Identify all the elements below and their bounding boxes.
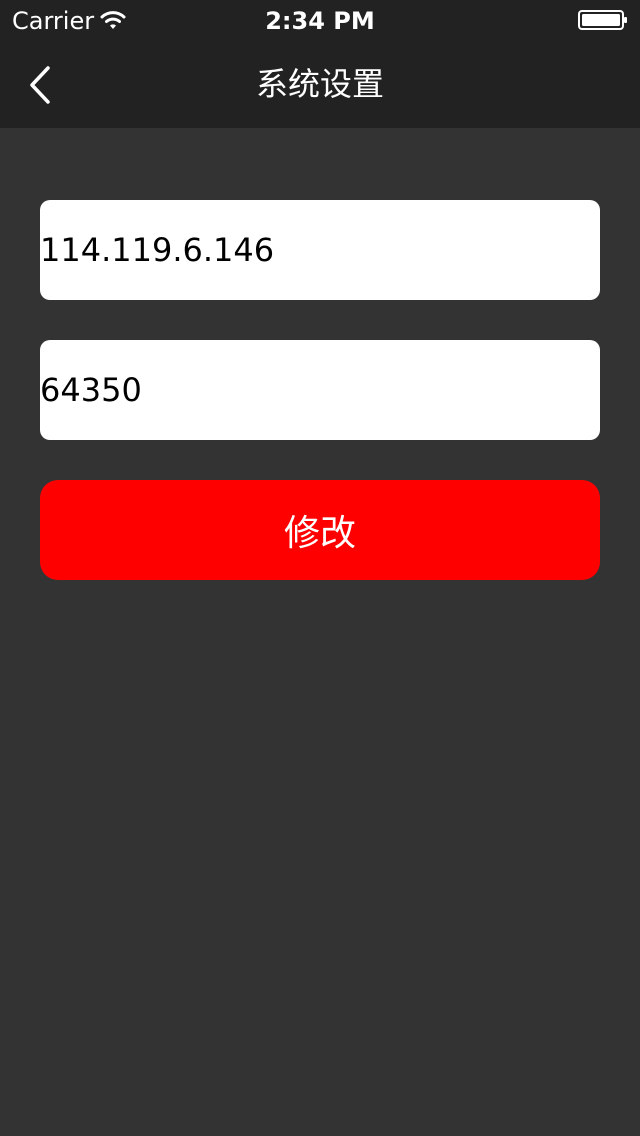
navigation-bar: 系统设置 xyxy=(0,40,640,128)
ip-address-field-container xyxy=(40,200,600,300)
ip-address-input[interactable] xyxy=(40,200,600,300)
status-bar: Carrier 2:34 PM xyxy=(0,0,640,40)
status-time: 2:34 PM xyxy=(265,7,375,35)
system-settings-screen: Carrier 2:34 PM 系统设置 修改 xyxy=(0,0,640,1136)
port-field-container xyxy=(40,340,600,440)
page-title: 系统设置 xyxy=(255,65,384,103)
port-input[interactable] xyxy=(40,340,600,440)
modify-button[interactable]: 修改 xyxy=(40,480,600,580)
battery-icon xyxy=(578,10,627,30)
